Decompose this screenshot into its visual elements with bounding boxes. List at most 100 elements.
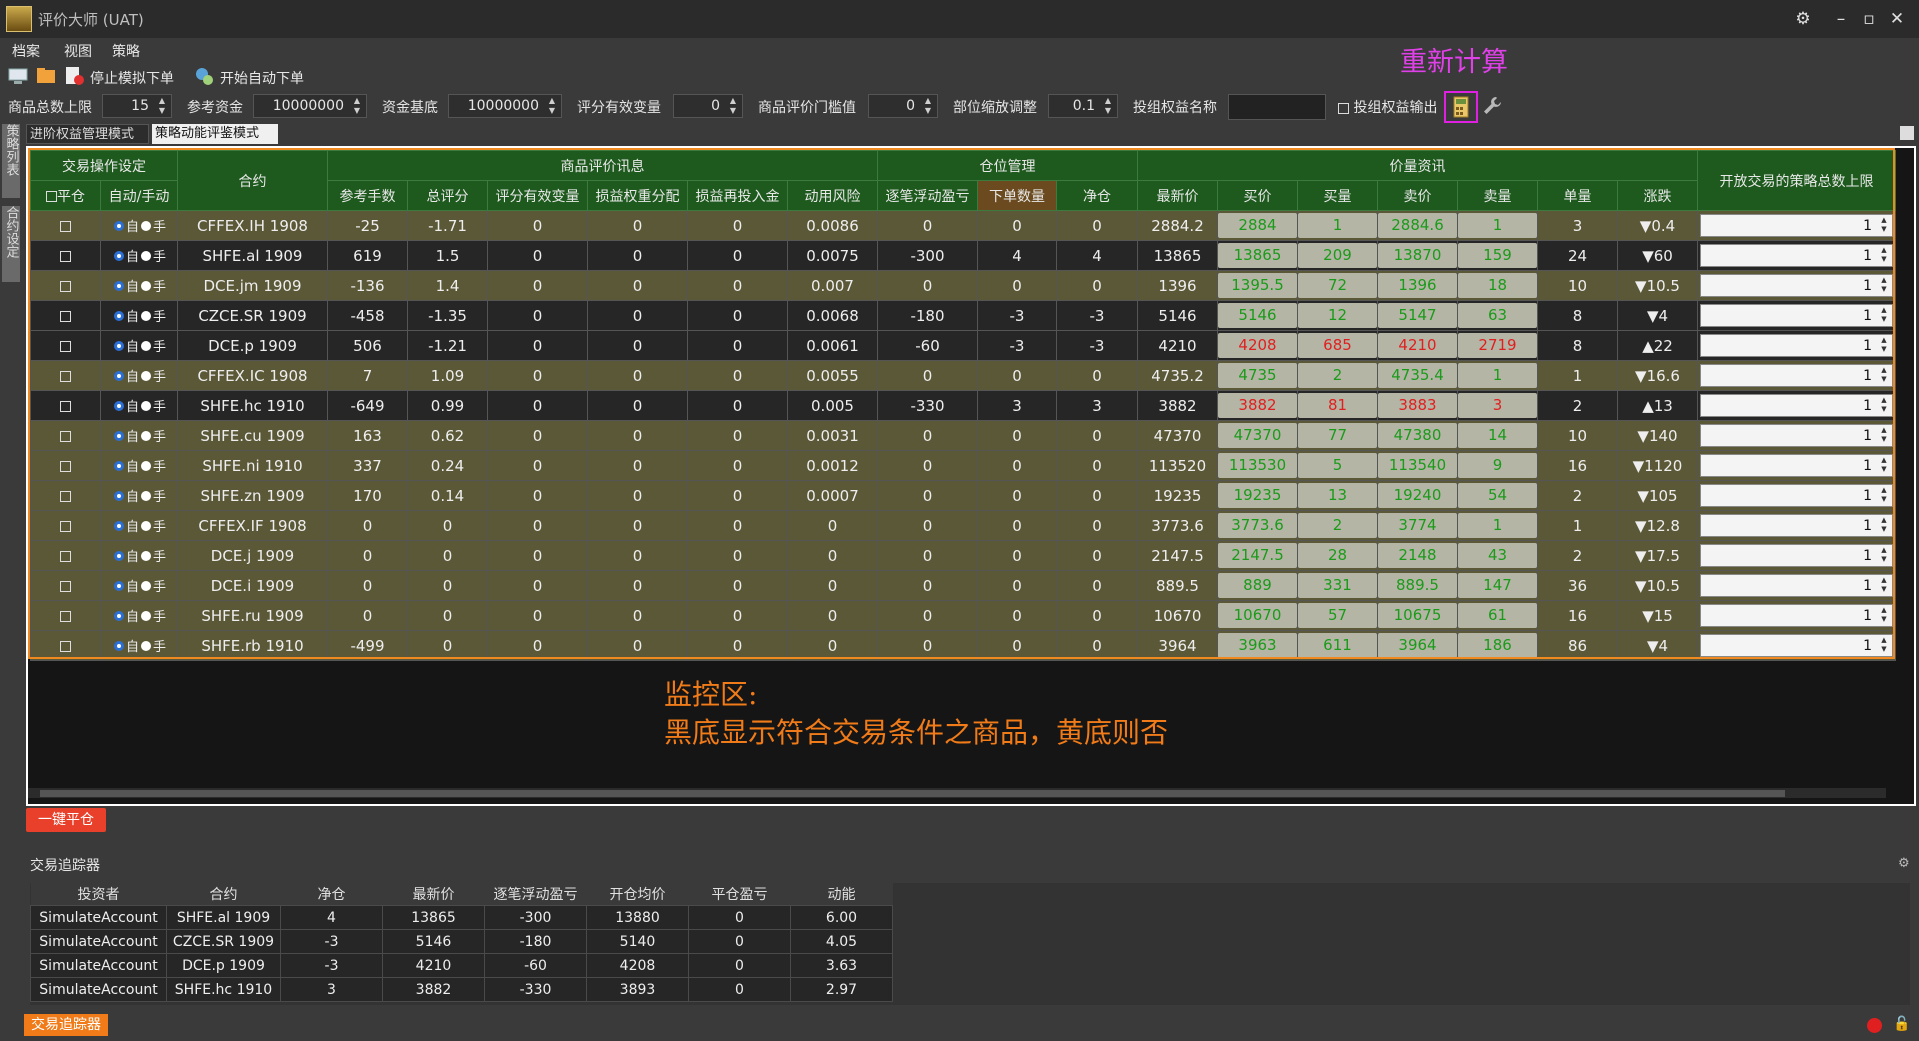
calculator-icon	[1453, 96, 1469, 118]
tracker-cell: SHFE.hc 1910	[166, 977, 281, 1002]
tracker-cell: -3	[280, 929, 383, 954]
recalculate-button[interactable]	[1444, 91, 1478, 123]
tracker-col-header[interactable]: 平仓盈亏	[688, 883, 791, 906]
menu-strategy[interactable]: 策略	[112, 41, 140, 61]
tracker-body: SimulateAccount SHFE.al 1909 4 13865 -300 138…	[30, 905, 893, 1002]
tracker-cell: 3.63	[790, 953, 893, 978]
portfolio-output-checkbox[interactable]: 投组权益输出	[1338, 97, 1437, 117]
tab-momentum-eval-mode[interactable]: 策略动能评鉴模式	[152, 124, 278, 144]
monitor-icon[interactable]	[8, 66, 28, 86]
scrollbar-thumb[interactable]	[40, 790, 1785, 797]
tracker-cell: -60	[484, 953, 587, 978]
close-icon[interactable]: ✕	[1884, 6, 1910, 32]
param-label-ref-capital: 参考资金	[187, 100, 243, 116]
tracker-cell: 3	[280, 977, 383, 1002]
tracker-cell: 0	[688, 929, 791, 954]
contract-settings-tab[interactable]: 合约设定	[2, 206, 20, 282]
tab-advanced-equity-mode[interactable]: 进阶权益管理模式	[26, 124, 149, 144]
tracker-cell: 3893	[586, 977, 689, 1002]
tracker-row[interactable]: SimulateAccount DCE.p 1909 -3 4210 -60 4208 0 3…	[30, 953, 893, 978]
recalculate-label: 重新计算	[1400, 47, 1508, 78]
tracker-cell: 13880	[586, 905, 689, 930]
monitor-note-title: 监控区:	[664, 678, 758, 711]
ref-capital-spinner[interactable]: 10000000 ▲ ▼	[253, 94, 367, 118]
tracker-cell: 4.05	[790, 929, 893, 954]
tracker-row[interactable]: SimulateAccount CZCE.SR 1909 -3 5146 -180 514…	[30, 929, 893, 954]
tracker-cell: SHFE.al 1909	[166, 905, 281, 930]
portfolio-name-input[interactable]	[1228, 94, 1326, 120]
tracker-col-header[interactable]: 动能	[790, 883, 893, 906]
tracker-cell: 0	[688, 953, 791, 978]
monitor-note: 监控区: 黑底显示符合交易条件之商品，黄底则否	[664, 676, 1168, 752]
tracker-row[interactable]: SimulateAccount SHFE.al 1909 4 13865 -300 138…	[30, 905, 893, 930]
tracker-cell: SimulateAccount	[30, 905, 167, 930]
tracker-title: 交易追踪器	[30, 858, 100, 874]
param-label-position-scale: 部位缩放调整	[953, 100, 1037, 116]
checkbox-icon[interactable]	[1338, 102, 1349, 114]
tracker-cell: 3882	[382, 977, 485, 1002]
tracker-col-header[interactable]: 最新价	[382, 883, 485, 906]
tracker-cell: 6.00	[790, 905, 893, 930]
tracker-cell: 2.97	[790, 977, 893, 1002]
max-products-spinner[interactable]: 15 ▲ ▼	[102, 94, 172, 118]
menu-bar	[0, 38, 1919, 62]
stop-simulation-icon[interactable]	[64, 66, 84, 86]
param-label-capital-base: 资金基底	[382, 100, 438, 116]
maximize-icon[interactable]: ▫	[1856, 6, 1882, 32]
tracker-cell: SimulateAccount	[30, 953, 167, 978]
strategy-list-tab[interactable]: 策略列表	[2, 124, 20, 198]
minimize-icon[interactable]: –	[1828, 6, 1854, 32]
app-logo-icon	[6, 6, 32, 32]
tracker-cell: -330	[484, 977, 587, 1002]
tracker-cell: CZCE.SR 1909	[166, 929, 281, 954]
tracker-cell: 5146	[382, 929, 485, 954]
tracker-cell: 5140	[586, 929, 689, 954]
tracker-cell: -300	[484, 905, 587, 930]
close-all-button[interactable]: 一键平仓	[26, 808, 106, 832]
tracker-row[interactable]: SimulateAccount SHFE.hc 1910 3 3882 -330 3893…	[30, 977, 893, 1002]
capital-base-spinner[interactable]: 10000000 ▲ ▼	[448, 94, 562, 118]
monitor-note-text: 黑底显示符合交易条件之商品，黄底则否	[664, 716, 1169, 749]
param-label-score-var: 评分有效变量	[577, 100, 661, 116]
tracker-cell: -180	[484, 929, 587, 954]
folder-icon[interactable]	[36, 66, 56, 86]
portfolio-output-label: 投组权益输出	[1353, 100, 1438, 116]
lock-icon[interactable]: 🔓	[1893, 1016, 1910, 1032]
tracker-cell: 0	[688, 905, 791, 930]
tracker-cell: 13865	[382, 905, 485, 930]
tracker-col-header[interactable]: 净仓	[280, 883, 383, 906]
tracker-col-header[interactable]: 投资者	[30, 883, 167, 906]
tracker-cell: 4208	[586, 953, 689, 978]
score-var-spinner[interactable]: 0 ▲ ▼	[673, 94, 743, 118]
tracker-col-header[interactable]: 逐笔浮动盈亏	[484, 883, 587, 906]
eval-threshold-spinner[interactable]: 0 ▲ ▼	[868, 94, 938, 118]
tracker-settings-icon[interactable]: ⚙	[1898, 856, 1912, 871]
tracker-cell: SimulateAccount	[30, 977, 167, 1002]
tracker-table: 投资者 合约 净仓 最新价 逐笔浮动盈亏 开仓均价 平仓盈亏 动能 SimulateAccou…	[30, 883, 893, 1002]
param-label-max-products: 商品总数上限	[8, 100, 92, 116]
position-scale-spinner[interactable]: 0.1 ▲ ▼	[1048, 94, 1118, 118]
tracker-col-header[interactable]: 合约	[166, 883, 281, 906]
title-bar	[0, 0, 1919, 38]
auto-order-icon[interactable]	[194, 66, 214, 86]
settings-gear-icon[interactable]: ⚙	[1790, 6, 1816, 32]
tracker-tab[interactable]: 交易追踪器	[24, 1014, 108, 1036]
tracker-cell: -3	[280, 953, 383, 978]
panel-toggle-icon[interactable]	[1900, 126, 1914, 140]
menu-file[interactable]: 档案	[12, 41, 40, 61]
portfolio-name-label: 投组权益名称	[1133, 100, 1217, 116]
start-auto-order-button[interactable]: 开始自动下单	[220, 68, 304, 88]
status-indicator-icon	[1867, 1018, 1882, 1033]
highlight-frame	[28, 148, 1895, 659]
tracker-cell: 4210	[382, 953, 485, 978]
app-title: 评价大师 (UAT)	[38, 11, 144, 29]
stop-simulation-button[interactable]: 停止模拟下单	[90, 68, 174, 88]
left-side-tabs: 策略列表 合约设定	[0, 122, 22, 912]
tracker-header-row: 投资者 合约 净仓 最新价 逐笔浮动盈亏 开仓均价 平仓盈亏 动能	[30, 883, 893, 906]
tracker-cell: SimulateAccount	[30, 929, 167, 954]
tracker-col-header[interactable]: 开仓均价	[586, 883, 689, 906]
menu-view[interactable]: 视图	[64, 41, 92, 61]
wrench-icon[interactable]	[1481, 95, 1503, 117]
status-bar	[0, 1012, 1919, 1041]
tracker-cell: 4	[280, 905, 383, 930]
